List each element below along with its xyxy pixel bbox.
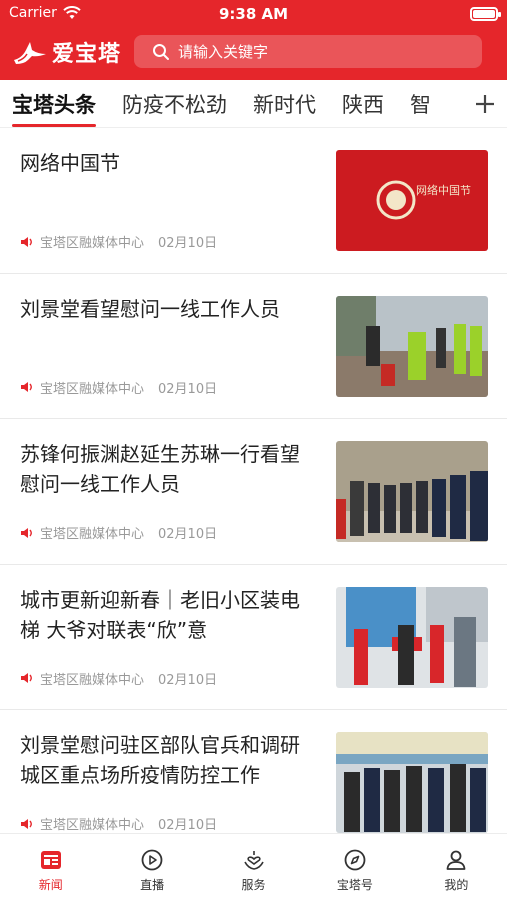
news-title: 刘景堂看望慰问一线工作人员 (20, 296, 280, 321)
channel-tabs: 宝塔头条 防疫不松劲 新时代 陕西 智 (0, 80, 507, 128)
news-source: 宝塔区融媒体中心 (40, 818, 145, 833)
news-title: 城市更新迎新春｜老旧小区装电梯 大爷对联表“欣”意 (20, 587, 300, 642)
nav-live[interactable]: 直播 (101, 834, 202, 900)
tab-epidemic[interactable]: 防疫不松劲 (122, 89, 227, 127)
speaker-icon[interactable] (20, 527, 34, 539)
news-source: 宝塔区融媒体中心 (40, 527, 145, 542)
battery-icon (470, 7, 501, 21)
tab-headlines[interactable]: 宝塔头条 (12, 89, 96, 127)
pagoda-logo-icon (14, 42, 46, 64)
user-icon (446, 850, 466, 870)
news-source: 宝塔区融媒体中心 (40, 672, 145, 688)
news-title: 苏锋何振渊赵延生苏琳一行看望慰问一线工作人员 (20, 442, 300, 496)
news-meta: 宝塔区融媒体中心 02月10日 (20, 814, 217, 833)
search-icon (153, 43, 169, 60)
play-icon (141, 849, 163, 871)
nav-label: 服务 (241, 878, 266, 892)
nav-services[interactable]: 服务 (203, 834, 304, 900)
news-date: 02月10日 (158, 527, 218, 542)
news-item[interactable]: 苏锋何振渊赵延生苏琳一行看望慰问一线工作人员 宝塔区融媒体中心 02月10日 (0, 419, 507, 565)
thumb-caption: 网络中国节 (416, 183, 471, 197)
news-date: 02月10日 (158, 672, 218, 688)
news-meta: 宝塔区融媒体中心 02月10日 (20, 378, 217, 397)
news-thumbnail[interactable] (336, 732, 488, 833)
speaker-icon[interactable] (20, 672, 34, 684)
news-thumbnail[interactable] (336, 441, 488, 542)
search-bar[interactable] (134, 35, 482, 68)
news-date: 02月10日 (158, 818, 218, 833)
news-item[interactable]: 刘景堂慰问驻区部队官兵和调研城区重点场所疫情防控工作 宝塔区融媒体中心 02月1… (0, 710, 507, 833)
logo-text: 爱宝塔 (52, 41, 122, 67)
status-time: 9:38 AM (218, 5, 289, 23)
nav-label: 新闻 (38, 878, 63, 892)
festival-thumbnail-image: 网络中国节 (336, 150, 488, 251)
news-feed: 网络中国节 宝塔区融媒体中心 02月10日 网络中国节 刘景堂看望慰问一线工作人… (0, 128, 507, 833)
news-item[interactable]: 网络中国节 宝塔区融媒体中心 02月10日 网络中国节 (0, 128, 507, 274)
tab-row: 宝塔头条 防疫不松劲 新时代 陕西 智 (12, 89, 431, 127)
news-icon (40, 851, 61, 869)
troops-photo (336, 732, 488, 833)
nav-label: 直播 (140, 878, 165, 892)
news-thumbnail[interactable] (336, 295, 488, 397)
couplets-photo (336, 586, 488, 688)
app-logo[interactable]: 爱宝塔 (12, 36, 121, 68)
nav-mine[interactable]: 我的 (406, 834, 507, 900)
news-date: 02月10日 (158, 381, 218, 397)
news-title: 网络中国节 (20, 151, 120, 175)
news-thumbnail[interactable] (336, 586, 488, 688)
news-meta: 宝塔区融媒体中心 02月10日 (20, 669, 217, 688)
nav-baota-hao[interactable]: 宝塔号 (304, 834, 405, 900)
tab-fade (427, 80, 467, 127)
tab-new-era[interactable]: 新时代 (253, 89, 316, 127)
speaker-icon[interactable] (20, 818, 34, 830)
app-header: Carrier 9:38 AM 爱宝塔 (0, 0, 507, 80)
news-source: 宝塔区融媒体中心 (40, 236, 145, 251)
news-date: 02月10日 (158, 236, 218, 251)
news-meta: 宝塔区融媒体中心 02月10日 (20, 523, 217, 542)
compass-icon (344, 849, 366, 871)
speaker-icon[interactable] (20, 381, 34, 393)
workers-photo (336, 295, 488, 397)
news-meta: 宝塔区融媒体中心 02月10日 (20, 232, 217, 251)
officials-photo (336, 441, 488, 542)
news-title: 刘景堂慰问驻区部队官兵和调研城区重点场所疫情防控工作 (20, 733, 300, 787)
nav-news[interactable]: 新闻 (0, 834, 101, 900)
add-channel-button[interactable] (463, 80, 507, 127)
plus-icon (476, 94, 494, 113)
search-input[interactable] (178, 42, 438, 61)
news-source: 宝塔区融媒体中心 (40, 381, 145, 397)
nav-label: 宝塔号 (336, 878, 373, 892)
heart-hand-icon (243, 851, 264, 870)
news-item[interactable]: 城市更新迎新春｜老旧小区装电梯 大爷对联表“欣”意 宝塔区融媒体中心 02月10… (0, 565, 507, 710)
speaker-icon[interactable] (20, 236, 34, 248)
bottom-nav: 新闻 直播 服务 宝塔号 我的 (0, 833, 507, 900)
nav-label: 我的 (444, 878, 469, 892)
tab-shaanxi[interactable]: 陕西 (342, 89, 384, 127)
news-item[interactable]: 刘景堂看望慰问一线工作人员 宝塔区融媒体中心 02月10日 (0, 274, 507, 419)
status-bar: Carrier 9:38 AM (0, 0, 507, 28)
news-thumbnail[interactable]: 网络中国节 (336, 150, 488, 251)
